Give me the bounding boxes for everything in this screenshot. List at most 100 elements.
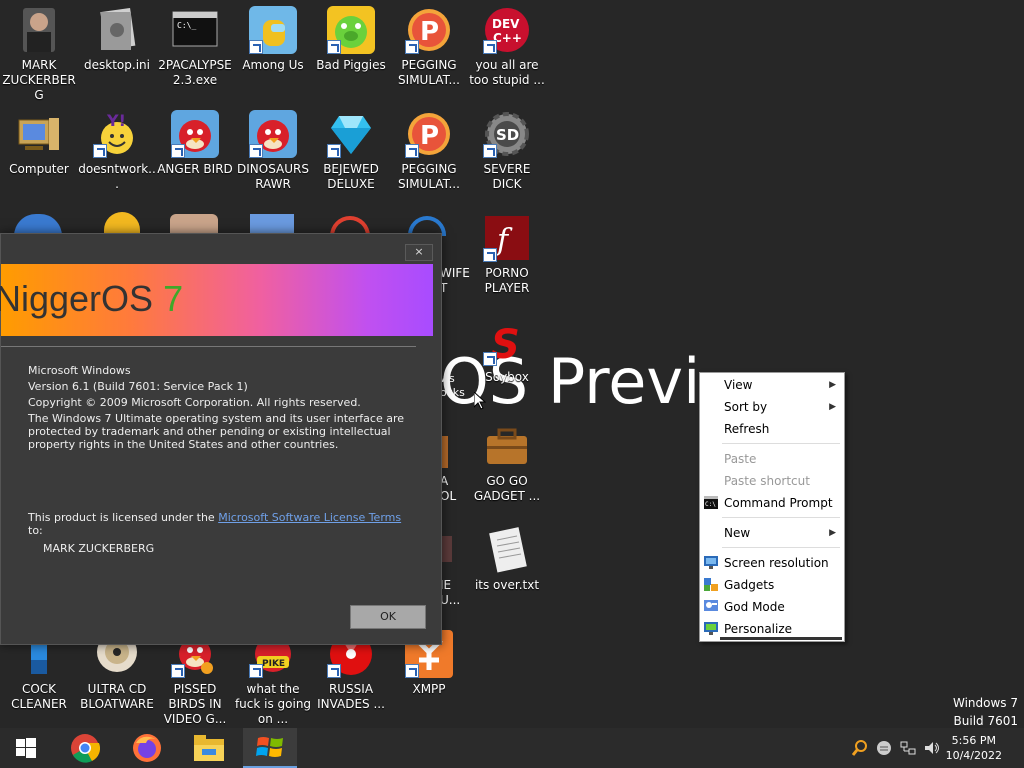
menu-item-gadgets[interactable]: Gadgets <box>702 574 842 596</box>
menu-item-command-prompt[interactable]: C:\ Command Prompt <box>702 492 842 514</box>
svg-text:C:\_: C:\_ <box>177 21 196 30</box>
firefox-button[interactable] <box>120 728 174 768</box>
monitor-icon <box>704 556 718 569</box>
icon-label: Among Us <box>242 58 304 72</box>
icon-label: PEGGING SIMULAT... <box>398 162 460 191</box>
menu-item-label: Sort by <box>724 400 768 414</box>
chrome-icon <box>71 734 100 763</box>
shortcut-arrow-icon <box>249 144 263 158</box>
license-suffix: to: <box>28 524 43 537</box>
brand-name: NiggerOS <box>0 278 154 319</box>
yahoo-messenger-icon: Y! <box>93 110 141 158</box>
desktop-icon-anger-bird[interactable]: ANGER BIRD <box>156 104 234 177</box>
desktop-icon-pegging-simulator-2[interactable]: P PEGGING SIMULAT... <box>390 104 468 192</box>
firefox-icon <box>133 734 161 762</box>
menu-item-screen-resolution[interactable]: Screen resolution <box>702 552 842 574</box>
license-terms-link[interactable]: Microsoft Software License Terms <box>218 511 401 524</box>
menu-item-label: Screen resolution <box>724 556 829 570</box>
flash-icon: f <box>483 214 531 262</box>
pig-icon <box>327 6 375 54</box>
shortcut-arrow-icon <box>327 664 341 678</box>
search-icon[interactable] <box>852 740 868 756</box>
menu-item-view[interactable]: View ▶ <box>702 374 842 396</box>
chrome-button[interactable] <box>58 728 112 768</box>
menu-item-god-mode[interactable]: God Mode <box>702 596 842 618</box>
menu-item-paste[interactable]: Paste <box>702 448 842 470</box>
desktop-icon-pegging-simulator[interactable]: P PEGGING SIMULAT... <box>390 0 468 88</box>
menu-item-paste-shortcut[interactable]: Paste shortcut <box>702 470 842 492</box>
menu-separator <box>722 547 840 548</box>
desktop-icon-go-go-gadget[interactable]: GO GO GADGET ... <box>468 416 546 504</box>
desktop-icon-among-us[interactable]: Among Us <box>234 0 312 73</box>
volume-icon[interactable] <box>924 740 940 756</box>
folder-icon <box>194 735 224 761</box>
shortcut-arrow-icon <box>249 664 263 678</box>
close-button[interactable]: × <box>405 244 433 261</box>
build-watermark: Windows 7 Build 7601 <box>953 694 1018 730</box>
svg-text:P: P <box>420 121 439 151</box>
network-icon[interactable] <box>900 740 916 756</box>
about-dialog[interactable]: × NiggerOS 7 Microsoft Windows Version 6… <box>0 233 442 645</box>
among-us-icon <box>249 6 297 54</box>
submenu-arrow-icon: ▶ <box>829 528 836 538</box>
menu-item-label: Refresh <box>724 422 770 436</box>
icon-label: what the fuck is going on ... <box>234 682 312 726</box>
about-titlebar[interactable] <box>1 234 441 260</box>
desktop-icon-desktop-ini[interactable]: desktop.ini <box>78 0 156 73</box>
control-panel-icon <box>704 600 718 611</box>
desktop-icon-its-over-txt[interactable]: its over.txt <box>468 520 546 593</box>
icon-label: PORNO PLAYER <box>484 266 530 295</box>
desktop-icon-porno-player[interactable]: f PORNO PLAYER <box>468 208 546 296</box>
windows7-app-button[interactable] <box>243 728 297 768</box>
shortcut-arrow-icon <box>327 144 341 158</box>
menu-item-label: Paste shortcut <box>724 474 810 488</box>
p-logo-icon: P <box>405 110 453 158</box>
menu-item-label: God Mode <box>724 600 785 614</box>
angry-bird-icon <box>171 110 219 158</box>
console-app-icon: C:\_ <box>171 6 219 54</box>
ok-button[interactable]: OK <box>350 605 426 629</box>
angry-bird-icon <box>249 110 297 158</box>
explorer-button[interactable] <box>182 728 236 768</box>
menu-item-label: Command Prompt <box>724 496 833 510</box>
partial-label-ie: IE U... <box>440 578 461 607</box>
brand-version: 7 <box>163 278 184 319</box>
emoji-icon[interactable] <box>876 740 892 756</box>
icon-label: DINOSAURS RAWR <box>237 162 309 191</box>
icon-label: you all are too stupid ... <box>469 58 545 87</box>
desktop-icon-computer[interactable]: Computer <box>0 104 78 177</box>
menu-item-new[interactable]: New ▶ <box>702 522 842 544</box>
icon-label: BEJEWED DELUXE <box>323 162 379 191</box>
desktop-icon-doesntwork[interactable]: Y! doesntwork... <box>78 104 156 192</box>
desktop-icon-dev-cpp[interactable]: DEV C++ you all are too stupid ... <box>468 0 546 88</box>
desktop-icon-2pacalypse[interactable]: C:\_ 2PACALYPSE 2.3.exe <box>156 0 234 88</box>
diamond-icon <box>327 110 375 158</box>
icon-label: PEGGING SIMULAT... <box>398 58 460 87</box>
svg-text:P: P <box>420 17 439 47</box>
shortcut-arrow-icon <box>405 40 419 54</box>
start-button[interactable] <box>0 728 54 768</box>
mouse-cursor-icon <box>474 392 486 410</box>
menu-item-refresh[interactable]: Refresh <box>702 418 842 440</box>
clock[interactable]: 5:56 PM 10/4/2022 <box>946 733 1002 763</box>
desktop-icon-severe-dick[interactable]: SD SEVERE DICK <box>468 104 546 192</box>
build-line-1: Windows 7 <box>952 696 1018 710</box>
desktop-icon-bejewed-deluxe[interactable]: BEJEWED DELUXE <box>312 104 390 192</box>
taskbar[interactable]: 5:56 PM 10/4/2022 <box>0 728 1024 768</box>
menu-item-sort-by[interactable]: Sort by ▶ <box>702 396 842 418</box>
shortcut-arrow-icon <box>483 144 497 158</box>
desktop-icon-mark-zuckerberg[interactable]: MARK ZUCKERBERG <box>0 0 78 103</box>
shortcut-arrow-icon <box>171 144 185 158</box>
desktop-context-menu[interactable]: View ▶ Sort by ▶ Refresh Paste Paste short… <box>699 372 845 642</box>
gear-sd-icon: SD <box>483 110 531 158</box>
svg-text:C++: C++ <box>493 31 522 45</box>
menu-item-label: Paste <box>724 452 757 466</box>
os-brand: NiggerOS 7 <box>0 278 183 320</box>
desktop-icon-soybox[interactable]: S Soybox <box>468 312 546 385</box>
svg-text:C:\: C:\ <box>705 501 716 508</box>
icon-label: COCK CLEANER <box>11 682 67 711</box>
menu-bottom-bar <box>720 637 842 640</box>
desktop-icon-dinosaurs-rawr[interactable]: DINOSAURS RAWR <box>234 104 312 192</box>
desktop-icon-bad-piggies[interactable]: Bad Piggies <box>312 0 390 73</box>
icon-label: its over.txt <box>474 578 540 592</box>
